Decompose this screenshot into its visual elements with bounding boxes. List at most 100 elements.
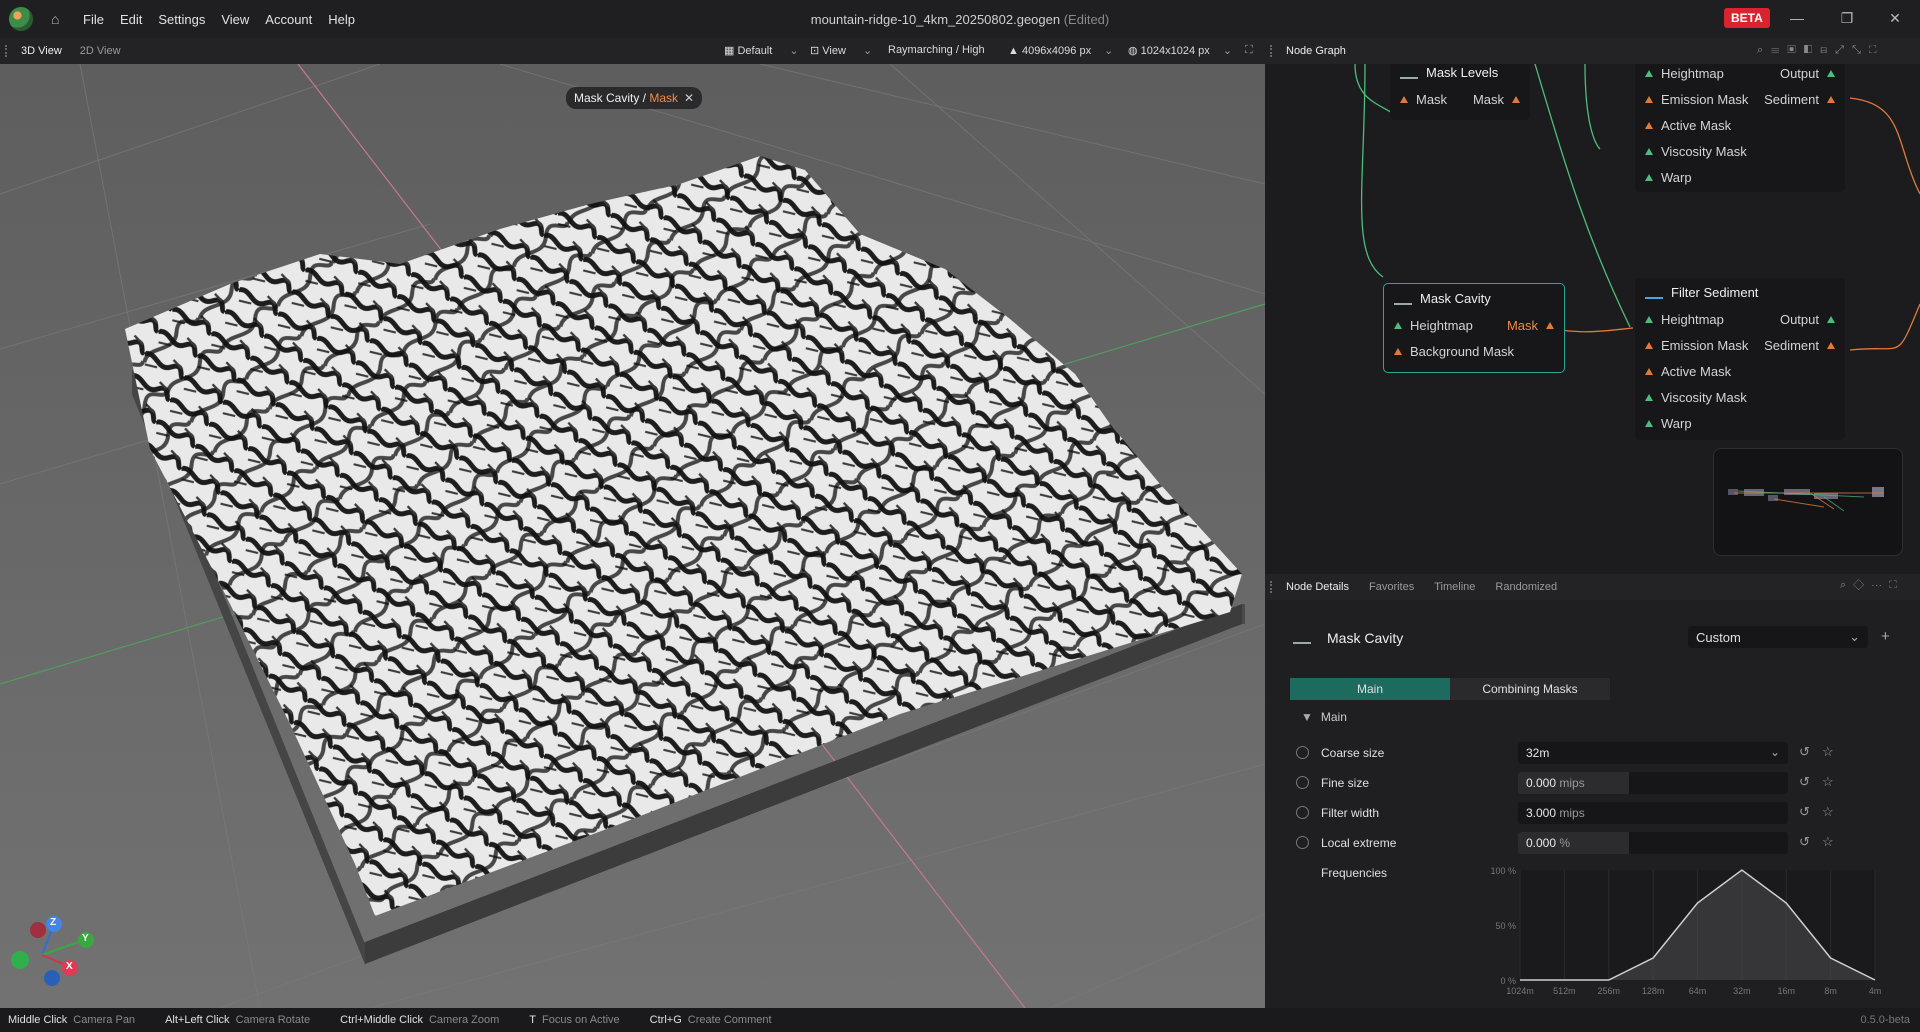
input-port-icon[interactable] — [1645, 393, 1653, 401]
output-port-icon[interactable] — [1827, 341, 1835, 349]
node-filter-top[interactable]: Heightmap Output Emission Mask Sediment … — [1635, 64, 1845, 192]
preview-resolution-dropdown[interactable]: ◍ 1024x1024 px ⌄ — [1128, 44, 1232, 57]
node-mask-cavity[interactable]: Mask Cavity Heightmap Mask Background Ma… — [1383, 283, 1565, 373]
node-details-panel: Mask Cavity Custom ⌄ + Main Combining Mas… — [1265, 600, 1920, 1008]
render-mode-dropdown[interactable]: Raymarching / High — [888, 44, 985, 56]
output-port-icon[interactable] — [1546, 321, 1554, 329]
input-port-icon[interactable] — [1645, 121, 1653, 129]
chevron-down-icon: ⌄ — [1222, 45, 1233, 57]
chip-port-name: Mask — [649, 91, 679, 105]
maximize-icon[interactable]: ❐ — [1838, 10, 1856, 27]
tab-node-details[interactable]: Node Details — [1286, 581, 1349, 593]
param-value: 0.000 — [1526, 836, 1557, 850]
input-port-icon[interactable] — [1645, 173, 1653, 181]
hint-key: Ctrl+G — [649, 1014, 682, 1026]
star-icon[interactable]: ☆ — [1822, 834, 1834, 850]
port-label: Emission Mask — [1661, 91, 1749, 107]
view-dropdown[interactable]: ⊡ View ⌄ — [810, 44, 872, 57]
param-favorite-radio[interactable] — [1296, 836, 1309, 849]
minimize-icon[interactable]: — — [1788, 10, 1806, 26]
star-icon[interactable]: ☆ — [1822, 774, 1834, 790]
details-toolbar-icons[interactable]: ⌕◇⋯⛶ — [1840, 579, 1904, 592]
add-icon[interactable]: + — [1881, 628, 1890, 645]
menu-edit[interactable]: Edit — [120, 12, 142, 27]
3d-viewport[interactable]: Z Y X Mask Cavity / Mask ✕ — [0, 64, 1265, 1008]
input-port-icon[interactable] — [1645, 367, 1653, 375]
panel-grip-icon[interactable] — [1270, 45, 1276, 57]
output-port-icon[interactable] — [1827, 315, 1835, 323]
node-filter-sediment[interactable]: Filter Sediment Heightmap Output Emissio… — [1635, 278, 1845, 440]
port-label: Heightmap — [1410, 317, 1473, 333]
reset-icon[interactable]: ↺ — [1799, 804, 1810, 820]
reset-icon[interactable]: ↺ — [1799, 744, 1810, 760]
subtab-main[interactable]: Main — [1290, 678, 1450, 700]
tab-2d-view[interactable]: 2D View — [80, 45, 121, 57]
fullscreen-icon[interactable]: ⛶ — [1245, 44, 1253, 57]
input-port-icon[interactable] — [1400, 95, 1408, 103]
panel-grip-icon[interactable] — [5, 45, 11, 57]
close-window-icon[interactable]: ✕ — [1886, 10, 1904, 27]
output-port-icon[interactable] — [1512, 95, 1520, 103]
subtab-combining-masks[interactable]: Combining Masks — [1450, 678, 1610, 700]
star-icon[interactable]: ☆ — [1822, 804, 1834, 820]
y-tick-label: 50 % — [1495, 921, 1516, 931]
output-port-icon[interactable] — [1827, 95, 1835, 103]
preset-select[interactable]: Custom ⌄ — [1688, 626, 1868, 648]
menu-help[interactable]: Help — [328, 12, 355, 27]
input-port-icon[interactable] — [1645, 95, 1653, 103]
reset-icon[interactable]: ↺ — [1799, 774, 1810, 790]
graph-minimap[interactable] — [1713, 448, 1903, 556]
param-unit: mips — [1559, 776, 1585, 790]
local-extreme-slider[interactable]: 0.000 % — [1518, 832, 1788, 854]
document-name: mountain-ridge-10_4km_20250802.geogen — [810, 12, 1061, 27]
menu-settings[interactable]: Settings — [158, 12, 205, 27]
close-icon[interactable]: ✕ — [684, 91, 694, 105]
active-node-chip[interactable]: Mask Cavity / Mask ✕ — [566, 87, 703, 109]
panel-grip-icon[interactable] — [1270, 581, 1276, 593]
graph-toolbar-icons[interactable]: ⌕☰▣◧⊟⤢⤡⛶ — [1757, 44, 1884, 57]
menu-view[interactable]: View — [221, 12, 249, 27]
x-tick-label: 64m — [1689, 986, 1707, 996]
tab-3d-view[interactable]: 3D View — [21, 45, 62, 57]
param-favorite-radio[interactable] — [1296, 746, 1309, 759]
chevron-down-icon: ⌄ — [863, 45, 873, 57]
home-icon[interactable]: ⌂ — [51, 11, 67, 27]
param-value: 3.000 — [1526, 806, 1557, 820]
frequencies-curve-editor[interactable]: 100 % 50 % 0 %1024m 512m 256m 128m 64m 32m 16m 8m… — [1490, 862, 1885, 1007]
menu-file[interactable]: File — [83, 12, 104, 27]
param-favorite-radio[interactable] — [1296, 806, 1309, 819]
tab-node-graph[interactable]: Node Graph — [1286, 45, 1346, 57]
x-tick-label: 1024m — [1506, 986, 1534, 996]
x-tick-label: 128m — [1642, 986, 1665, 996]
levels-icon — [1400, 65, 1418, 79]
input-port-icon[interactable] — [1645, 341, 1653, 349]
hint-key: Alt+Left Click — [165, 1014, 230, 1026]
resolution-dropdown[interactable]: ▲ 4096x4096 px ⌄ — [1008, 44, 1113, 57]
input-port-icon[interactable] — [1645, 419, 1653, 427]
input-port-icon[interactable] — [1645, 315, 1653, 323]
tab-favorites[interactable]: Favorites — [1369, 581, 1414, 593]
tab-randomized[interactable]: Randomized — [1495, 581, 1557, 593]
star-icon[interactable]: ☆ — [1822, 744, 1834, 760]
coarse-size-select[interactable]: 32m ⌄ — [1518, 742, 1788, 764]
preset-dropdown[interactable]: ▦ Default ⌄ — [724, 44, 799, 57]
input-port-icon[interactable] — [1645, 147, 1653, 155]
param-favorite-radio[interactable] — [1296, 776, 1309, 789]
reset-icon[interactable]: ↺ — [1799, 834, 1810, 850]
section-main-header[interactable]: ▼ Main — [1301, 710, 1347, 724]
menu-account[interactable]: Account — [265, 12, 312, 27]
input-port-icon[interactable] — [1645, 69, 1653, 77]
tab-timeline[interactable]: Timeline — [1434, 581, 1475, 593]
fine-size-slider[interactable]: 0.000 mips — [1518, 772, 1788, 794]
output-port-icon[interactable] — [1827, 69, 1835, 77]
preset-value: Custom — [1696, 630, 1741, 645]
terrain-render — [0, 64, 1265, 1008]
param-row-local-extreme: Local extreme 0.000 % ↺ ☆ — [1265, 828, 1905, 858]
port-label: Heightmap — [1661, 65, 1724, 81]
node-mask-levels[interactable]: Mask Levels Mask Mask — [1390, 64, 1530, 120]
filter-width-slider[interactable]: 3.000 mips — [1518, 802, 1788, 824]
param-unit: % — [1559, 836, 1571, 850]
chevron-down-icon: ⌄ — [789, 45, 799, 57]
input-port-icon[interactable] — [1394, 321, 1402, 329]
input-port-icon[interactable] — [1394, 347, 1402, 355]
